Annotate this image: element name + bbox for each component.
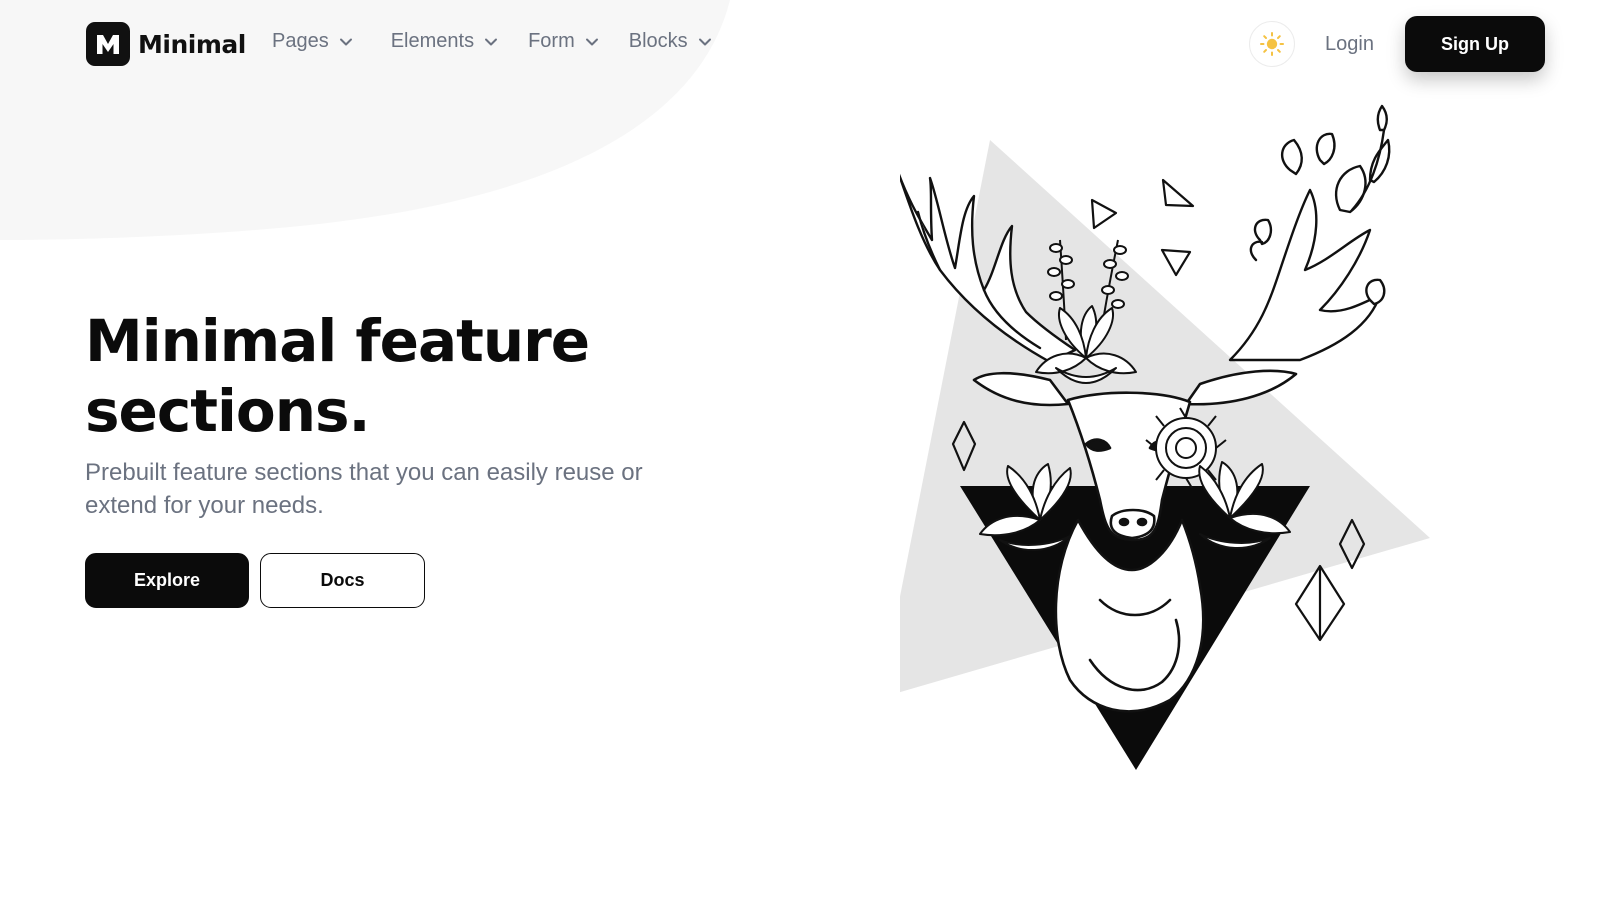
hero-title-line-1: Minimal feature	[85, 307, 590, 375]
landing-page: Minimal Pages Elements Form Blocks Login…	[0, 0, 1607, 902]
docs-button[interactable]: Docs	[260, 553, 425, 608]
nav-item-label: Blocks	[628, 30, 688, 52]
nav-item-pages[interactable]: Pages	[272, 30, 353, 53]
hero-subtitle: Prebuilt feature sections that you can e…	[85, 459, 643, 519]
deer-head-with-flowers-illustration	[900, 104, 1430, 770]
nav-item-label: Elements	[390, 30, 475, 52]
theme-toggle-button[interactable]	[1249, 21, 1295, 67]
brand-logo[interactable]: Minimal	[86, 22, 246, 66]
login-link[interactable]: Login	[1325, 33, 1374, 56]
chevron-down-icon	[585, 38, 598, 45]
explore-button[interactable]: Explore	[85, 553, 249, 608]
nav-item-blocks[interactable]: Blocks	[629, 30, 712, 53]
nav-item-label: Pages	[272, 30, 329, 52]
hero-title: Minimal feature sections.	[85, 306, 725, 446]
hero-title-line-2: sections.	[85, 377, 371, 445]
hero-buttons: Explore Docs	[85, 553, 725, 608]
sun-icon	[1260, 32, 1284, 56]
chevron-down-icon	[698, 38, 711, 45]
hero-section: Minimal feature sections. Prebuilt featu…	[85, 306, 725, 608]
logo-mark-icon	[86, 22, 130, 66]
main-nav: Pages Elements Form Blocks	[272, 30, 742, 53]
site-header: Minimal Pages Elements Form Blocks Login…	[0, 0, 1607, 88]
nav-item-elements[interactable]: Elements	[391, 30, 498, 53]
brand-name: Minimal	[138, 29, 246, 59]
chevron-down-icon	[485, 38, 498, 45]
nav-item-label: Form	[528, 30, 575, 52]
chevron-down-icon	[339, 38, 352, 45]
nav-item-form[interactable]: Form	[528, 30, 599, 53]
sign-up-button[interactable]: Sign Up	[1405, 16, 1545, 72]
